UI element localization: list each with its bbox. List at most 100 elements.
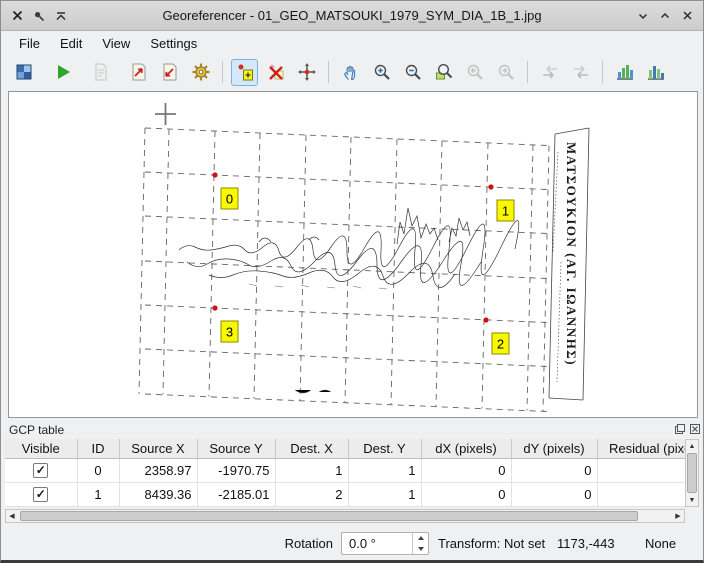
menu-settings[interactable]: Settings <box>140 33 207 54</box>
visible-checkbox[interactable]: ✓ <box>33 463 48 478</box>
vertical-scrollbar[interactable]: ▲ ▼ <box>685 439 699 507</box>
shade-icon[interactable] <box>54 9 68 23</box>
close-icon[interactable] <box>680 9 694 23</box>
histogram-local-stretch-button[interactable] <box>642 59 669 86</box>
zoom-next-icon <box>496 62 516 82</box>
histogram-local-icon <box>646 62 666 82</box>
histogram-full-icon <box>615 62 635 82</box>
link-arrows-icon <box>571 62 591 82</box>
panel-close-button[interactable] <box>689 423 701 435</box>
zoom-in-button[interactable] <box>368 59 395 86</box>
menu-view[interactable]: View <box>92 33 140 54</box>
table-header-row: Visible ID Source X Source Y Dest. X Des… <box>5 439 685 458</box>
gcp-marker-0[interactable]: 0 <box>212 172 238 209</box>
toolbar-separator <box>602 61 603 83</box>
cell-dx: 0 <box>421 458 511 482</box>
histogram-full-stretch-button[interactable] <box>611 59 638 86</box>
minimize-icon[interactable] <box>636 9 650 23</box>
pin-icon[interactable] <box>32 9 46 23</box>
zoom-next-button[interactable] <box>492 59 519 86</box>
save-gcp-icon <box>160 62 180 82</box>
transformation-settings-button[interactable] <box>187 59 214 86</box>
cell-source-y: -2185.01 <box>197 482 275 506</box>
scroll-left-arrow[interactable]: ◀ <box>6 510 18 522</box>
gcp-label-2: 2 <box>497 337 504 352</box>
gcp-table-panel: GCP table Visible ID Source X Sour <box>1 420 704 525</box>
cell-id: 1 <box>77 482 119 506</box>
scroll-right-arrow[interactable]: ▶ <box>672 510 684 522</box>
pan-button[interactable] <box>337 59 364 86</box>
rotation-spin-buttons <box>412 533 428 554</box>
spin-up-button[interactable] <box>413 533 428 544</box>
horizontal-scroll-thumb[interactable] <box>20 511 638 521</box>
rotation-input[interactable] <box>342 533 412 554</box>
table-row[interactable]: ✓ 0 2358.97 -1970.75 1 1 0 0 <box>5 458 685 482</box>
header-source-x[interactable]: Source X <box>119 439 197 458</box>
rotation-spinbox[interactable] <box>341 532 429 555</box>
cell-source-x: 2358.97 <box>119 458 197 482</box>
gcp-marker-2[interactable]: 2 <box>483 317 509 354</box>
header-dest-x[interactable]: Dest. X <box>275 439 348 458</box>
vertical-scroll-thumb[interactable] <box>687 453 697 493</box>
script-icon <box>91 62 111 82</box>
crosshair-cursor <box>155 103 176 125</box>
menu-edit[interactable]: Edit <box>50 33 92 54</box>
gcp-marker-3[interactable]: 3 <box>212 305 238 342</box>
link-georeferencer-button[interactable] <box>536 59 563 86</box>
gcp-panel-title: GCP table <box>9 423 64 437</box>
spin-down-button[interactable] <box>413 544 428 555</box>
gcp-table: Visible ID Source X Source Y Dest. X Des… <box>5 439 685 507</box>
horizontal-scrollbar[interactable]: ◀ ▶ <box>5 509 685 523</box>
link-qgis-button[interactable] <box>567 59 594 86</box>
transform-status: Transform: Not set <box>438 536 545 551</box>
rotation-label: Rotation <box>231 536 333 551</box>
open-raster-icon <box>15 62 35 82</box>
scanned-map: ΜΑΤΣΟΥΚΙΟΝ (ΑΓ. ΙΩΑΝΝΗΣ) 0 1 3 <box>9 92 697 417</box>
delete-point-button[interactable] <box>262 59 289 86</box>
add-point-icon <box>235 62 255 82</box>
toolbar-separator <box>328 61 329 83</box>
visible-checkbox[interactable]: ✓ <box>33 487 48 502</box>
save-gcp-points-button[interactable] <box>156 59 183 86</box>
cell-source-x: 8439.36 <box>119 482 197 506</box>
table-row[interactable]: ✓ 1 8439.36 -2185.01 2 1 0 0 <box>5 482 685 506</box>
titlebar-right-controls <box>627 9 703 23</box>
zoom-to-layer-icon <box>434 62 454 82</box>
move-point-button[interactable] <box>293 59 320 86</box>
gcp-marker-1[interactable]: 1 <box>488 184 514 221</box>
map-canvas[interactable]: ΜΑΤΣΟΥΚΙΟΝ (ΑΓ. ΙΩΑΝΝΗΣ) 0 1 3 <box>8 91 698 418</box>
header-residual[interactable]: Residual (pixels) <box>597 439 685 458</box>
header-dy[interactable]: dY (pixels) <box>511 439 597 458</box>
titlebar[interactable]: Georeferencer - 01_GEO_MATSOUKI_1979_SYM… <box>1 1 703 31</box>
scroll-down-arrow[interactable]: ▼ <box>686 494 698 506</box>
header-source-y[interactable]: Source Y <box>197 439 275 458</box>
start-georeferencing-button[interactable] <box>49 59 76 86</box>
zoom-to-layer-button[interactable] <box>430 59 457 86</box>
panel-float-button[interactable] <box>674 423 686 435</box>
toolbar-separator <box>222 61 223 83</box>
header-dx[interactable]: dX (pixels) <box>421 439 511 458</box>
header-id[interactable]: ID <box>77 439 119 458</box>
load-gcp-points-button[interactable] <box>125 59 152 86</box>
add-point-button[interactable] <box>231 59 258 86</box>
open-raster-button[interactable] <box>11 59 38 86</box>
close-x-icon[interactable] <box>10 9 24 23</box>
cell-id: 0 <box>77 458 119 482</box>
cell-residual <box>597 458 685 482</box>
header-visible[interactable]: Visible <box>5 439 77 458</box>
zoom-out-button[interactable] <box>399 59 426 86</box>
generate-script-button[interactable] <box>87 59 114 86</box>
load-gcp-icon <box>129 62 149 82</box>
cell-dy: 0 <box>511 458 597 482</box>
georeferencer-window: Georeferencer - 01_GEO_MATSOUKI_1979_SYM… <box>0 0 704 563</box>
maximize-icon[interactable] <box>658 9 672 23</box>
header-dest-y[interactable]: Dest. Y <box>348 439 421 458</box>
statusbar: Rotation Transform: Not set 1173,-443 No… <box>1 525 704 561</box>
cell-residual <box>597 482 685 506</box>
scroll-up-arrow[interactable]: ▲ <box>686 440 698 452</box>
gcp-label-0: 0 <box>226 192 233 207</box>
cell-dy: 0 <box>511 482 597 506</box>
zoom-last-button[interactable] <box>461 59 488 86</box>
menu-file[interactable]: File <box>9 33 50 54</box>
zoom-in-icon <box>372 62 392 82</box>
